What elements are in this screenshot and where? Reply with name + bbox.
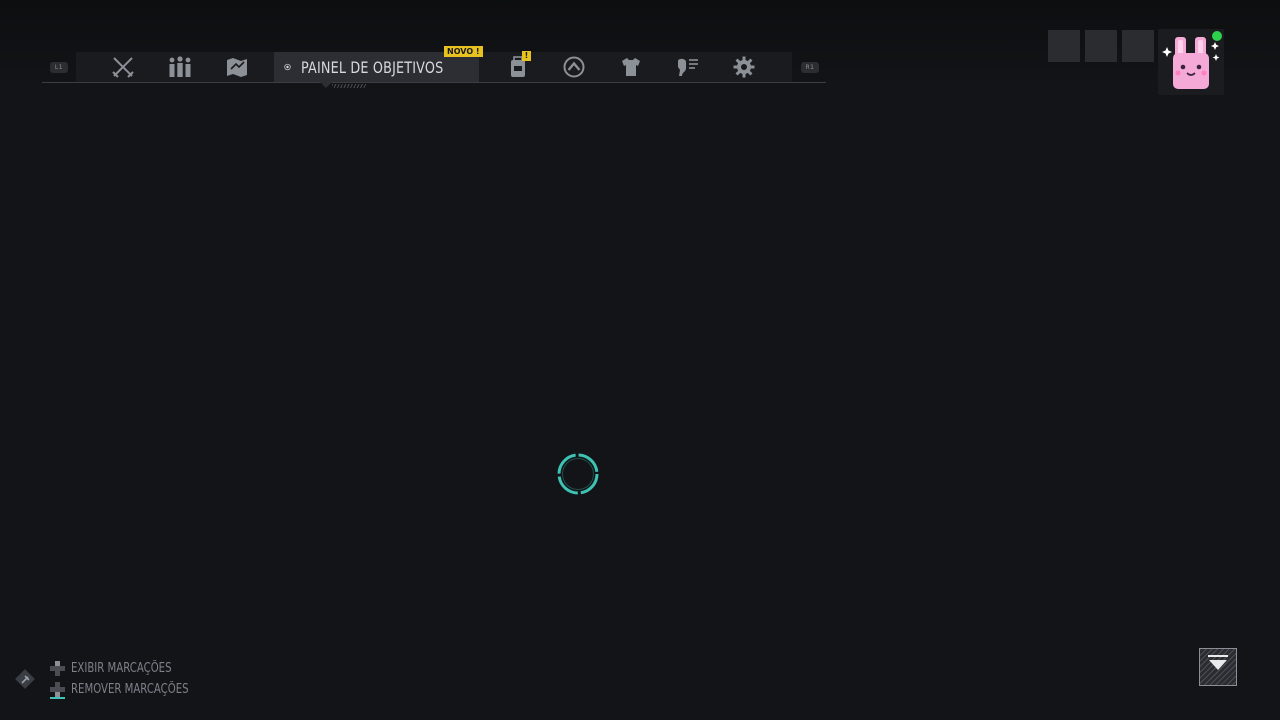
objectives-screen: L1 R1 PAINEL DE OBJETIVOS NOVO ! ! EXIBI… xyxy=(0,0,1280,720)
new-badge: NOVO ! xyxy=(444,46,483,57)
squad-slot-3[interactable] xyxy=(1122,30,1154,62)
tab-skills[interactable] xyxy=(668,52,708,82)
top-navigation-bar: L1 R1 PAINEL DE OBJETIVOS NOVO ! ! xyxy=(42,46,826,88)
online-status-dot xyxy=(1212,31,1222,41)
tab-settings[interactable] xyxy=(724,52,764,82)
loading-spinner-icon xyxy=(557,453,599,495)
remove-markers-row[interactable]: REMOVER MARCAÇÕES xyxy=(50,680,222,698)
tab-outfit[interactable] xyxy=(611,52,651,82)
tab-map[interactable] xyxy=(217,52,257,82)
legend-accent-underline xyxy=(50,697,65,699)
settings-gear-icon xyxy=(733,56,755,78)
active-tab-pointer xyxy=(320,82,332,88)
tab-objectives-label: PAINEL DE OBJETIVOS xyxy=(301,57,444,77)
active-tab-hatch xyxy=(332,84,366,88)
map-icon xyxy=(227,58,247,77)
collapse-panel-button[interactable] xyxy=(1199,648,1237,686)
collapse-bar xyxy=(1208,655,1228,657)
squad-slot-2[interactable] xyxy=(1085,30,1117,62)
tab-loadout[interactable] xyxy=(103,52,143,82)
marker-controls-legend: EXIBIR MARCAÇÕES REMOVER MARCAÇÕES xyxy=(12,658,232,708)
objectives-target-icon xyxy=(284,63,291,71)
squad-icon xyxy=(169,56,191,77)
collapse-down-icon xyxy=(1209,660,1227,670)
rank-chevron-icon xyxy=(563,56,585,78)
marker-pin-icon xyxy=(15,669,35,689)
dpad-down-icon xyxy=(50,681,65,697)
outfit-shirt-icon xyxy=(622,58,640,76)
skills-icon xyxy=(678,58,698,76)
squad-slot-1[interactable] xyxy=(1048,30,1080,62)
left-bumper-hint[interactable]: L1 xyxy=(50,62,68,73)
tab-progression[interactable] xyxy=(554,52,594,82)
alert-badge: ! xyxy=(522,51,531,61)
remove-markers-label: REMOVER MARCAÇÕES xyxy=(71,681,189,697)
right-bumper-hint[interactable]: R1 xyxy=(801,62,819,73)
crossed-swords-icon xyxy=(112,57,134,78)
tab-inventory[interactable] xyxy=(498,52,538,82)
show-markers-label: EXIBIR MARCAÇÕES xyxy=(71,660,172,676)
menu-tab-strip: PAINEL DE OBJETIVOS xyxy=(76,52,792,88)
tab-squad[interactable] xyxy=(160,52,200,82)
show-markers-row[interactable]: EXIBIR MARCAÇÕES xyxy=(50,659,200,677)
dpad-up-icon xyxy=(50,660,65,676)
